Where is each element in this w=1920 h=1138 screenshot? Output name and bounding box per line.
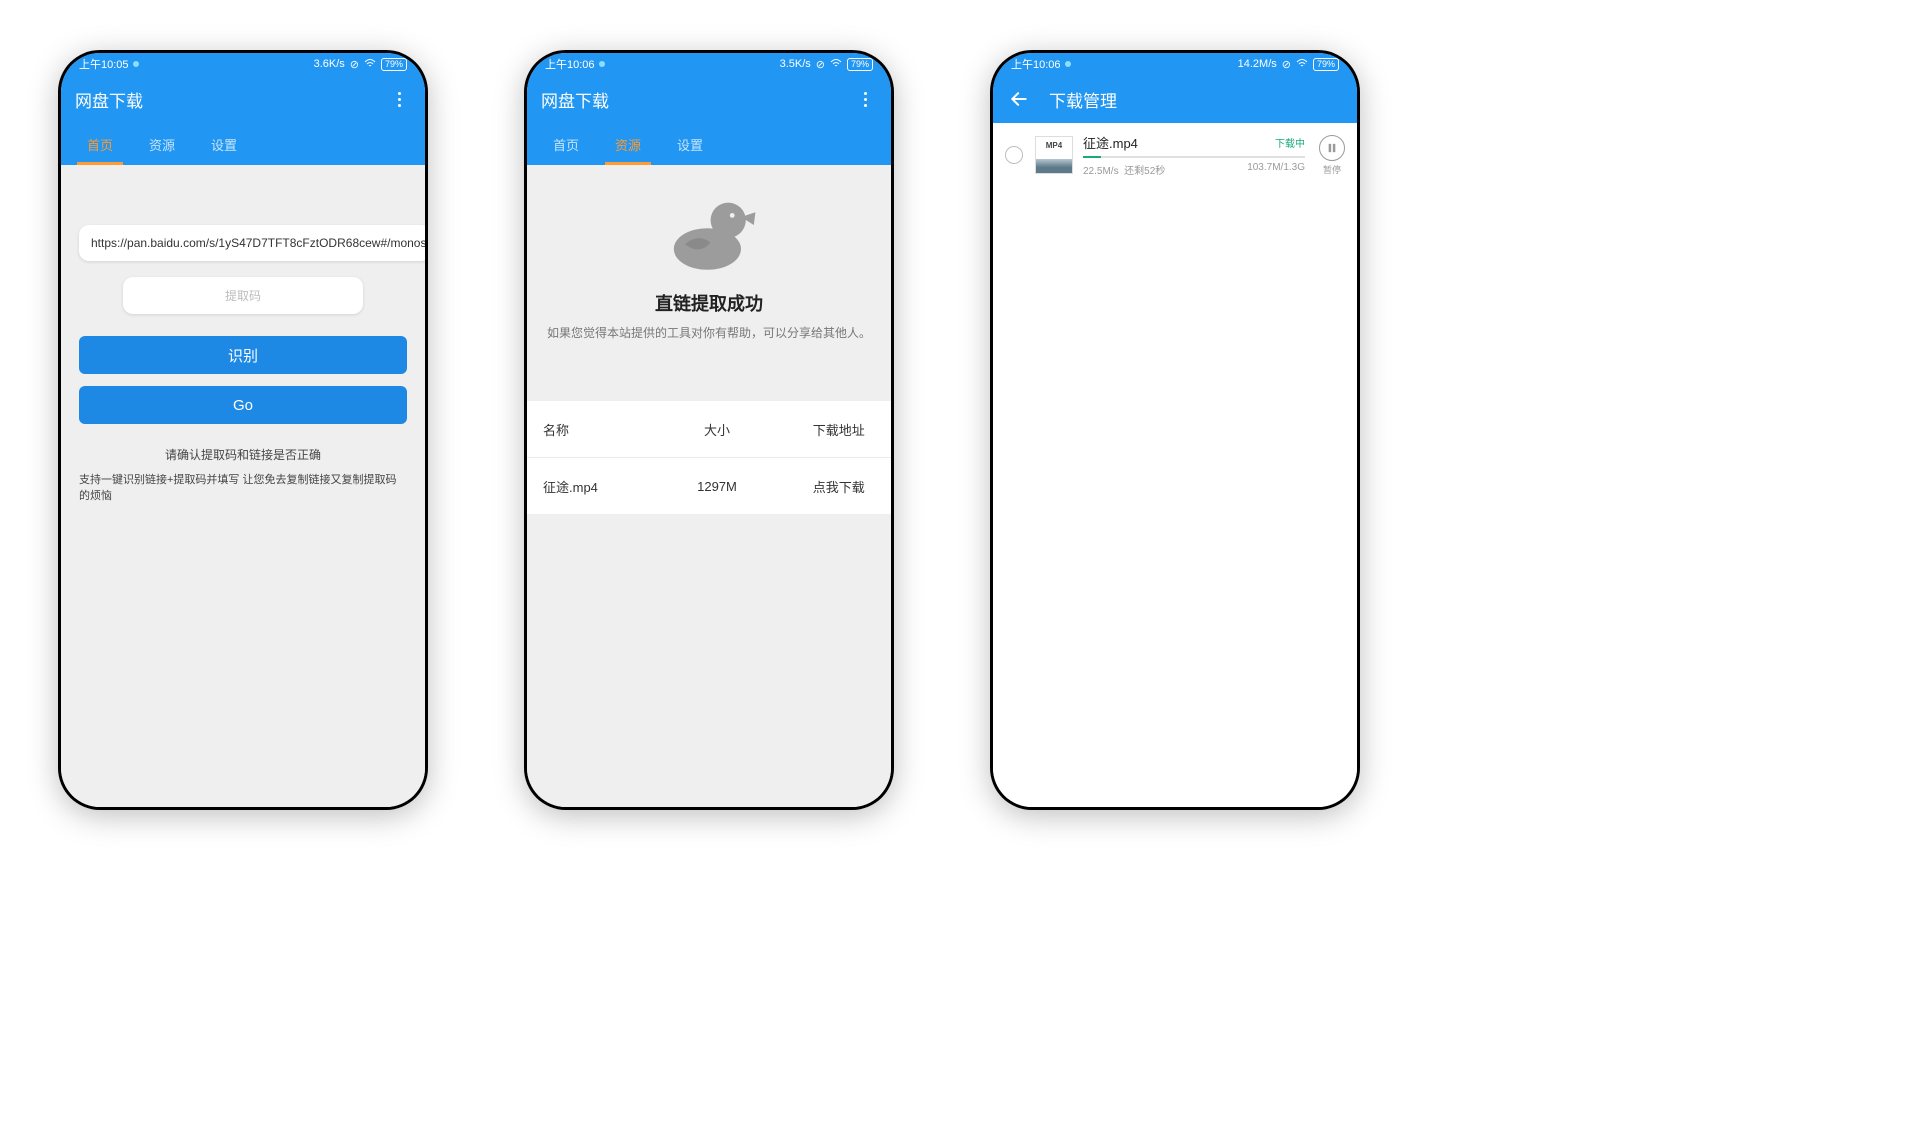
app-title: 下载管理 (1049, 87, 1117, 112)
back-icon[interactable] (1007, 89, 1031, 109)
status-bar: 上午10:06 3.5K/s ⊘ 79% (527, 53, 891, 75)
app-bar: 下载管理 (993, 75, 1357, 123)
no-sim-icon: ⊘ (350, 58, 359, 71)
app-title: 网盘下载 (541, 87, 609, 112)
col-size-header: 大小 (647, 420, 786, 439)
hint-primary: 请确认提取码和链接是否正确 (79, 446, 407, 463)
select-radio[interactable] (1005, 146, 1023, 164)
status-net: 14.2M/s (1238, 58, 1277, 70)
battery-icon: 79% (847, 58, 873, 71)
cell-name: 征途.mp4 (527, 477, 647, 496)
table-row: 征途.mp4 1297M 点我下载 (527, 458, 891, 514)
app-bar: 网盘下载 (61, 75, 425, 123)
success-subtitle: 如果您觉得本站提供的工具对你有帮助，可以分享给其他人。 (543, 324, 875, 341)
status-time: 上午10:05 (79, 56, 129, 72)
speed-remain: 22.5M/s 还剩52秒 (1083, 162, 1165, 177)
wifi-icon (830, 58, 842, 71)
status-bar: 上午10:06 14.2M/s ⊘ 79% (993, 53, 1357, 75)
col-name-header: 名称 (527, 420, 647, 439)
url-input[interactable]: https://pan.baidu.com/s/1yS47D7TFT8cFztO… (79, 225, 425, 261)
duck-icon (661, 193, 757, 273)
download-item: MP4 征途.mp4 下载中 22.5M/s 还剩52秒 103.7M/1.3G (993, 123, 1357, 187)
progress-bar (1083, 156, 1305, 158)
no-sim-icon: ⊘ (1282, 58, 1291, 71)
battery-icon: 79% (381, 58, 407, 71)
tab-resource[interactable]: 资源 (597, 123, 659, 165)
file-thumbnail: MP4 (1035, 136, 1073, 174)
tab-settings[interactable]: 设置 (193, 123, 255, 165)
status-time: 上午10:06 (1011, 56, 1061, 72)
status-bar: 上午10:05 3.6K/s ⊘ 79% (61, 53, 425, 75)
go-button[interactable]: Go (79, 386, 407, 424)
download-link[interactable]: 点我下载 (787, 477, 891, 496)
tab-bar: 首页 资源 设置 (61, 123, 425, 165)
result-table: 名称 大小 下载地址 征途.mp4 1297M 点我下载 (527, 401, 891, 514)
pause-label: 暂停 (1323, 163, 1341, 176)
tab-bar: 首页 资源 设置 (527, 123, 891, 165)
cell-size: 1297M (647, 479, 786, 494)
tab-home[interactable]: 首页 (535, 123, 597, 165)
identify-button[interactable]: 识别 (79, 336, 407, 374)
code-input[interactable]: 提取码 (123, 277, 363, 314)
hint-secondary: 支持一键识别链接+提取码并填写 让您免去复制链接又复制提取码的烦恼 (79, 473, 407, 504)
wifi-icon (1296, 58, 1308, 71)
table-header-row: 名称 大小 下载地址 (527, 401, 891, 458)
overflow-menu-icon[interactable] (853, 92, 877, 107)
pause-button[interactable] (1319, 135, 1345, 161)
battery-icon: 79% (1313, 58, 1339, 71)
tab-resource[interactable]: 资源 (131, 123, 193, 165)
status-net: 3.5K/s (780, 58, 811, 70)
status-net: 3.6K/s (314, 58, 345, 70)
tab-home[interactable]: 首页 (69, 123, 131, 165)
file-name: 征途.mp4 (1083, 133, 1138, 152)
status-dot-icon (599, 61, 605, 67)
tab-settings[interactable]: 设置 (659, 123, 721, 165)
app-bar: 网盘下载 (527, 75, 891, 123)
status-time: 上午10:06 (545, 56, 595, 72)
no-sim-icon: ⊘ (816, 58, 825, 71)
col-link-header: 下载地址 (787, 420, 891, 439)
status-badge: 下载中 (1275, 135, 1305, 150)
overflow-menu-icon[interactable] (387, 92, 411, 107)
wifi-icon (364, 58, 376, 71)
success-title: 直链提取成功 (543, 290, 875, 316)
progress-text: 103.7M/1.3G (1247, 162, 1305, 177)
status-dot-icon (133, 61, 139, 67)
status-dot-icon (1065, 61, 1071, 67)
app-title: 网盘下载 (75, 87, 143, 112)
